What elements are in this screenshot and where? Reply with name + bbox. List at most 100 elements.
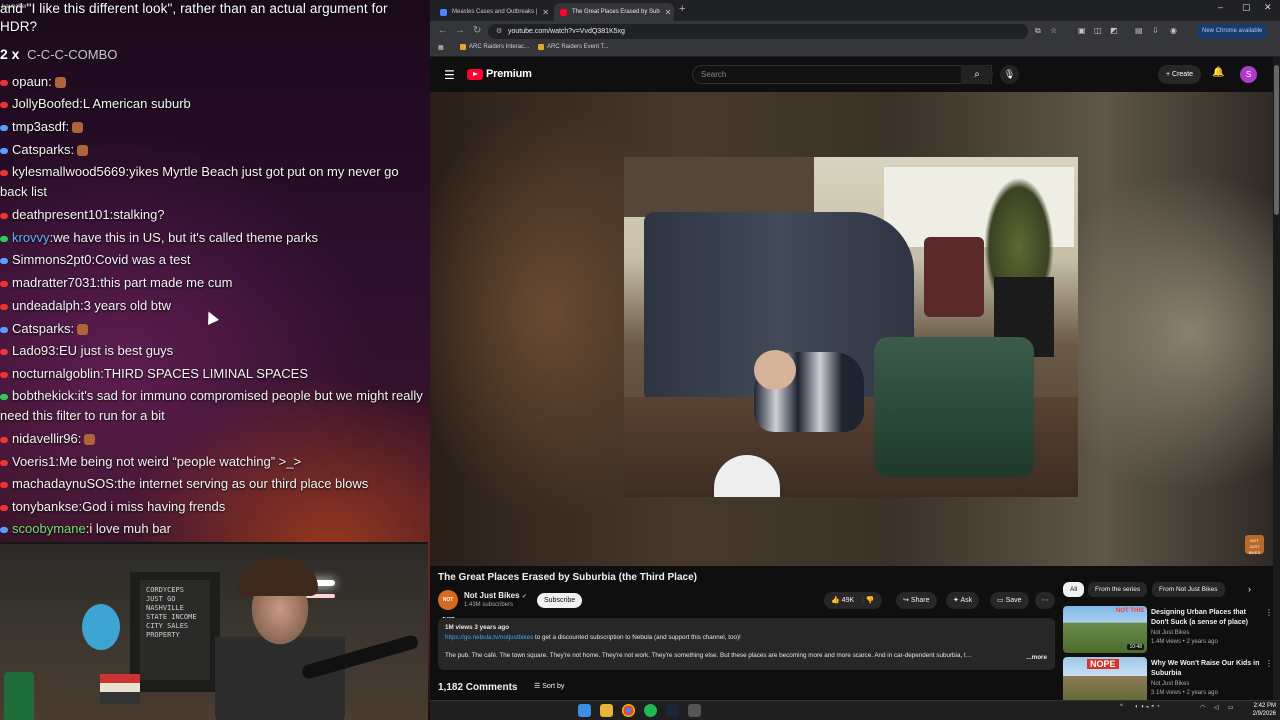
nebula-link[interactable]: https://go.nebula.tv/notjustbikes — [445, 634, 533, 641]
ask-button[interactable]: ✦ Ask — [946, 592, 980, 609]
tray-chevron-icon[interactable]: ^ — [1120, 704, 1123, 710]
more-actions-icon[interactable]: ⋯ — [1035, 592, 1055, 609]
back-icon[interactable]: ← — [438, 25, 448, 36]
chip-from-series[interactable]: From the series — [1088, 582, 1148, 597]
channel-watermark[interactable]: NOT JUST BIKES — [1245, 535, 1264, 555]
combo-text: C-C-C-COMBO — [27, 47, 118, 62]
chat-username[interactable]: Simmons2pt0 — [12, 252, 91, 267]
chat-username[interactable]: Catsparks — [12, 321, 71, 336]
system-clock[interactable]: 2:42 PM 2/9/2026 — [1246, 702, 1276, 718]
close-icon[interactable]: ✕ — [665, 8, 672, 17]
extension-icon[interactable]: ◫ — [1094, 26, 1102, 35]
chat-username[interactable]: krovvy — [12, 230, 50, 245]
notifications-bell-icon[interactable]: 🔔 — [1212, 67, 1224, 78]
avatar[interactable]: S — [1240, 66, 1257, 83]
youtube-logo[interactable]: Premium — [467, 68, 532, 80]
chat-username[interactable]: madratter7031 — [12, 275, 97, 290]
search-icon[interactable]: ⌕ — [961, 65, 993, 84]
close-icon[interactable]: ✕ — [542, 8, 549, 17]
side-panel-icon[interactable]: ▤ — [1135, 26, 1143, 35]
chat-badge-icon — [0, 371, 8, 378]
tray-icons[interactable]: ◐ ◑ ◒ ◓ ◔ — [1135, 704, 1160, 710]
bookmark-item[interactable]: ARC Raiders Interac... — [460, 44, 529, 50]
recommended-video[interactable]: NOPE Why We Won't Raise Our Kids in Subu… — [1063, 657, 1275, 705]
chevron-right-icon[interactable]: › — [1248, 584, 1251, 594]
video-description[interactable]: 1M views 3 years ago https://go.nebula.t… — [438, 618, 1055, 670]
chat-username[interactable]: nidavellir96 — [12, 431, 78, 446]
channel-avatar[interactable]: NOT JUST — [438, 590, 458, 623]
reload-icon[interactable]: ↻ — [473, 25, 481, 36]
file-explorer-icon[interactable] — [600, 704, 613, 717]
cast-icon[interactable]: ⧉ — [1035, 26, 1041, 36]
subscribe-button[interactable]: Subscribe — [537, 593, 583, 608]
page-scrollbar[interactable] — [1273, 57, 1280, 700]
search-input[interactable]: Search — [692, 65, 992, 84]
spotify-icon[interactable] — [644, 704, 657, 717]
share-button[interactable]: ↪ Share — [896, 592, 937, 609]
webcam-toy — [82, 604, 120, 650]
thumbs-down-icon[interactable]: 👎 — [866, 597, 875, 604]
chip-from-channel[interactable]: From Not Just Bikes — [1152, 582, 1225, 597]
video-player[interactable]: NOT JUST BIKES — [430, 92, 1273, 566]
apps-grid-icon[interactable]: ▦ — [438, 44, 444, 51]
more-vert-icon[interactable]: ⋮ — [1265, 659, 1273, 668]
chat-username[interactable]: nocturnalgoblin — [12, 366, 100, 381]
save-button[interactable]: ▭ Save — [990, 592, 1029, 609]
chat-username[interactable]: Catsparks — [12, 142, 71, 157]
clock-time: 2:42 PM — [1253, 703, 1276, 709]
chrome-icon[interactable] — [622, 704, 635, 717]
voice-search-icon[interactable]: 🎙 — [1000, 65, 1019, 84]
chat-badge-icon — [0, 326, 8, 333]
volume-icon[interactable]: ◁ — [1214, 704, 1219, 711]
video-thumbnail[interactable]: NOT THIS 10:48 — [1063, 606, 1147, 653]
hamburger-menu-icon[interactable]: ☰ — [444, 68, 455, 82]
chat-separator: : — [77, 431, 82, 446]
chat-username[interactable]: tmp3asdf — [12, 119, 65, 134]
bookmark-item[interactable]: ARC Raiders Event T... — [538, 44, 609, 50]
bookmark-star-icon[interactable]: ☆ — [1050, 26, 1057, 35]
sort-by-button[interactable]: ☰ Sort by — [534, 682, 564, 690]
create-button[interactable]: + Create — [1158, 65, 1202, 84]
tab-youtube[interactable]: The Great Places Erased by Sub ✕ — [554, 3, 674, 21]
extension-icon[interactable]: ▣ — [1078, 26, 1086, 35]
scrollbar-thumb[interactable] — [1274, 65, 1279, 215]
chip-all[interactable]: All — [1063, 582, 1085, 597]
extension-icon[interactable]: ◩ — [1110, 26, 1118, 35]
forward-icon[interactable]: → — [455, 25, 465, 36]
tab-label: The Great Places Erased by Sub — [572, 9, 660, 15]
chat-username[interactable]: Voeris1 — [12, 454, 55, 469]
start-windows-icon[interactable] — [578, 704, 591, 717]
battery-icon[interactable]: ▭ — [1228, 704, 1234, 711]
new-tab-button[interactable]: + — [679, 3, 685, 15]
more-vert-icon[interactable]: ⋮ — [1265, 608, 1273, 617]
minimize-button[interactable]: – — [1218, 2, 1223, 12]
chat-separator: : — [70, 142, 75, 157]
chat-username[interactable]: bobthekick — [12, 388, 74, 403]
wifi-icon[interactable]: ◠ — [1200, 704, 1205, 711]
chat-username[interactable]: opaun — [12, 74, 48, 89]
window-close-button[interactable]: ✕ — [1264, 2, 1272, 13]
address-bar[interactable]: youtube.com/watch?v=VvdQ381K5xg — [488, 24, 1028, 39]
chat-username[interactable]: kylesmallwood5669 — [12, 164, 125, 179]
chat-username[interactable]: machadaynuSOS — [12, 476, 114, 491]
steam-icon[interactable] — [666, 704, 679, 717]
chat-text: THIRD SPACES LIMINAL SPACES — [103, 366, 309, 381]
app-icon[interactable] — [688, 704, 701, 717]
maximize-button[interactable]: ▢ — [1242, 2, 1251, 13]
recommended-video[interactable]: NOT THIS 10:48 Designing Urban Places th… — [1063, 606, 1275, 654]
like-button[interactable]: 👍 49K | 👎 — [824, 592, 882, 609]
chat-username[interactable]: tonybankse — [12, 499, 79, 514]
chat-username[interactable]: deathpresent101 — [12, 207, 110, 222]
chat-username[interactable]: Lado93 — [12, 343, 55, 358]
profile-icon[interactable]: ◉ — [1170, 26, 1177, 35]
show-more-link[interactable]: ...more — [1026, 653, 1047, 663]
tab-measles[interactable]: Measles Cases and Outbreaks | ✕ — [434, 3, 554, 21]
video-thumbnail[interactable]: NOPE — [1063, 657, 1147, 704]
channel-name[interactable]: Not Just Bikes ✔ — [464, 591, 527, 600]
chat-username[interactable]: JollyBoofed — [12, 96, 79, 111]
chat-username[interactable]: undeadalph — [12, 298, 80, 313]
site-info-icon[interactable]: ⚙ — [496, 27, 502, 35]
chrome-update-button[interactable]: New Chrome available — [1196, 24, 1269, 39]
chat-username[interactable]: scoobymane — [12, 521, 86, 536]
download-icon[interactable]: ⇩ — [1152, 26, 1159, 35]
